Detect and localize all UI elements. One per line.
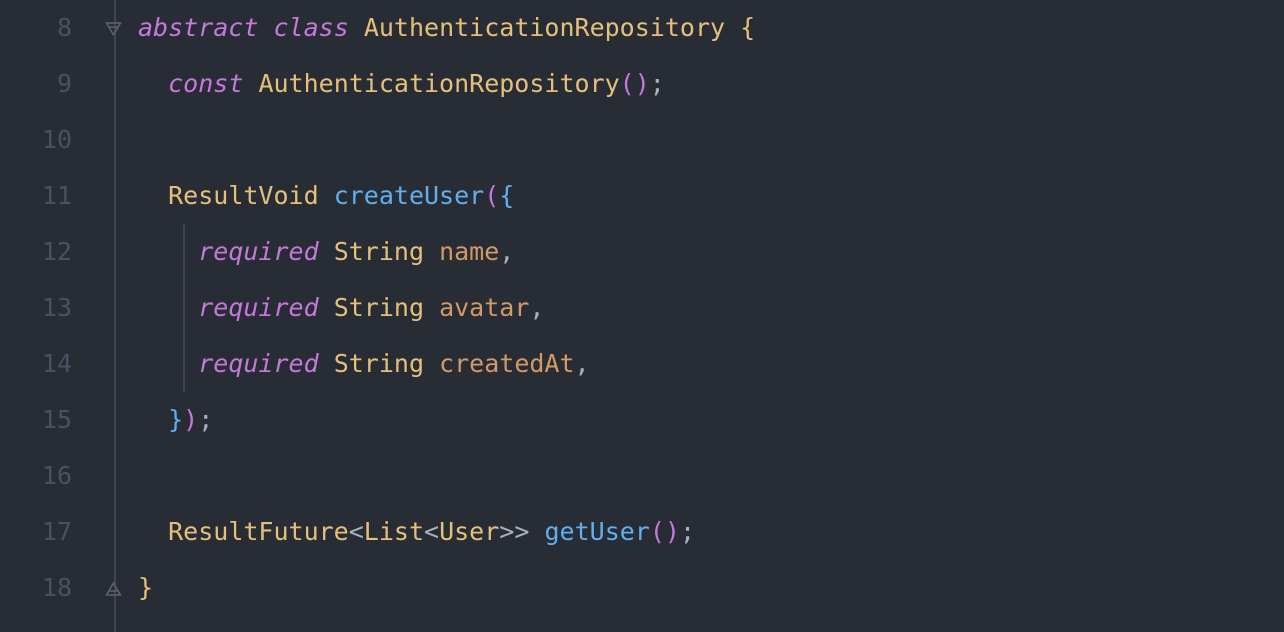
code-line[interactable]: const AuthenticationRepository(); xyxy=(138,56,1284,112)
line-number: 13 xyxy=(0,280,72,336)
comma: , xyxy=(499,224,514,280)
line-number: 12 xyxy=(0,224,72,280)
line-number: 11 xyxy=(0,168,72,224)
brace-close: } xyxy=(138,560,153,616)
code-line[interactable]: required String name, xyxy=(138,224,1284,280)
angle-bracket: > xyxy=(514,504,529,560)
line-number: 8 xyxy=(0,0,72,56)
generic-type: List xyxy=(364,504,424,560)
code-line[interactable] xyxy=(138,448,1284,504)
param-type: String xyxy=(334,224,424,280)
code-line[interactable]: ResultVoid createUser({ xyxy=(138,168,1284,224)
line-number: 9 xyxy=(0,56,72,112)
keyword-required: required xyxy=(198,336,318,392)
comma: , xyxy=(575,336,590,392)
code-content[interactable]: abstract class AuthenticationRepository … xyxy=(138,0,1284,632)
code-line[interactable] xyxy=(138,112,1284,168)
semicolon: ; xyxy=(680,504,695,560)
constructor-name: AuthenticationRepository xyxy=(258,56,619,112)
keyword-required: required xyxy=(198,224,318,280)
parentheses: () xyxy=(650,504,680,560)
fold-collapse-icon[interactable] xyxy=(105,22,122,36)
code-editor[interactable]: 8 9 10 11 12 13 14 15 16 17 18 abstract … xyxy=(0,0,1284,632)
brace-open: { xyxy=(499,168,514,224)
angle-bracket: < xyxy=(424,504,439,560)
line-number: 15 xyxy=(0,392,72,448)
param-name: avatar xyxy=(439,280,529,336)
comma: , xyxy=(529,280,544,336)
fold-expand-icon[interactable] xyxy=(105,582,122,596)
code-line[interactable]: } xyxy=(138,560,1284,616)
line-number: 17 xyxy=(0,504,72,560)
brace-open: { xyxy=(740,0,755,56)
param-type: String xyxy=(334,336,424,392)
code-line[interactable]: required String avatar, xyxy=(138,280,1284,336)
line-number: 18 xyxy=(0,560,72,616)
semicolon: ; xyxy=(650,56,665,112)
class-name: AuthenticationRepository xyxy=(364,0,725,56)
method-name: createUser xyxy=(334,168,485,224)
angle-bracket: > xyxy=(499,504,514,560)
generic-type: User xyxy=(439,504,499,560)
return-type: ResultVoid xyxy=(168,168,319,224)
angle-bracket: < xyxy=(349,504,364,560)
code-line[interactable]: abstract class AuthenticationRepository … xyxy=(138,0,1284,56)
code-line[interactable]: ResultFuture<List<User>> getUser(); xyxy=(138,504,1284,560)
code-line[interactable]: required String createdAt, xyxy=(138,336,1284,392)
keyword-const: const xyxy=(168,56,243,112)
line-number: 16 xyxy=(0,448,72,504)
parentheses: () xyxy=(620,56,650,112)
param-type: String xyxy=(334,280,424,336)
paren-close: ) xyxy=(183,392,198,448)
line-number-gutter: 8 9 10 11 12 13 14 15 16 17 18 xyxy=(0,0,108,632)
code-line[interactable]: }); xyxy=(138,392,1284,448)
keyword-class: class xyxy=(273,0,348,56)
paren-open: ( xyxy=(484,168,499,224)
keyword-abstract: abstract xyxy=(138,0,258,56)
method-name: getUser xyxy=(544,504,649,560)
keyword-required: required xyxy=(198,280,318,336)
line-number: 14 xyxy=(0,336,72,392)
param-name: createdAt xyxy=(439,336,574,392)
return-type: ResultFuture xyxy=(168,504,349,560)
param-name: name xyxy=(439,224,499,280)
fold-column xyxy=(108,0,138,632)
semicolon: ; xyxy=(198,392,213,448)
brace-close: } xyxy=(168,392,183,448)
line-number: 10 xyxy=(0,112,72,168)
